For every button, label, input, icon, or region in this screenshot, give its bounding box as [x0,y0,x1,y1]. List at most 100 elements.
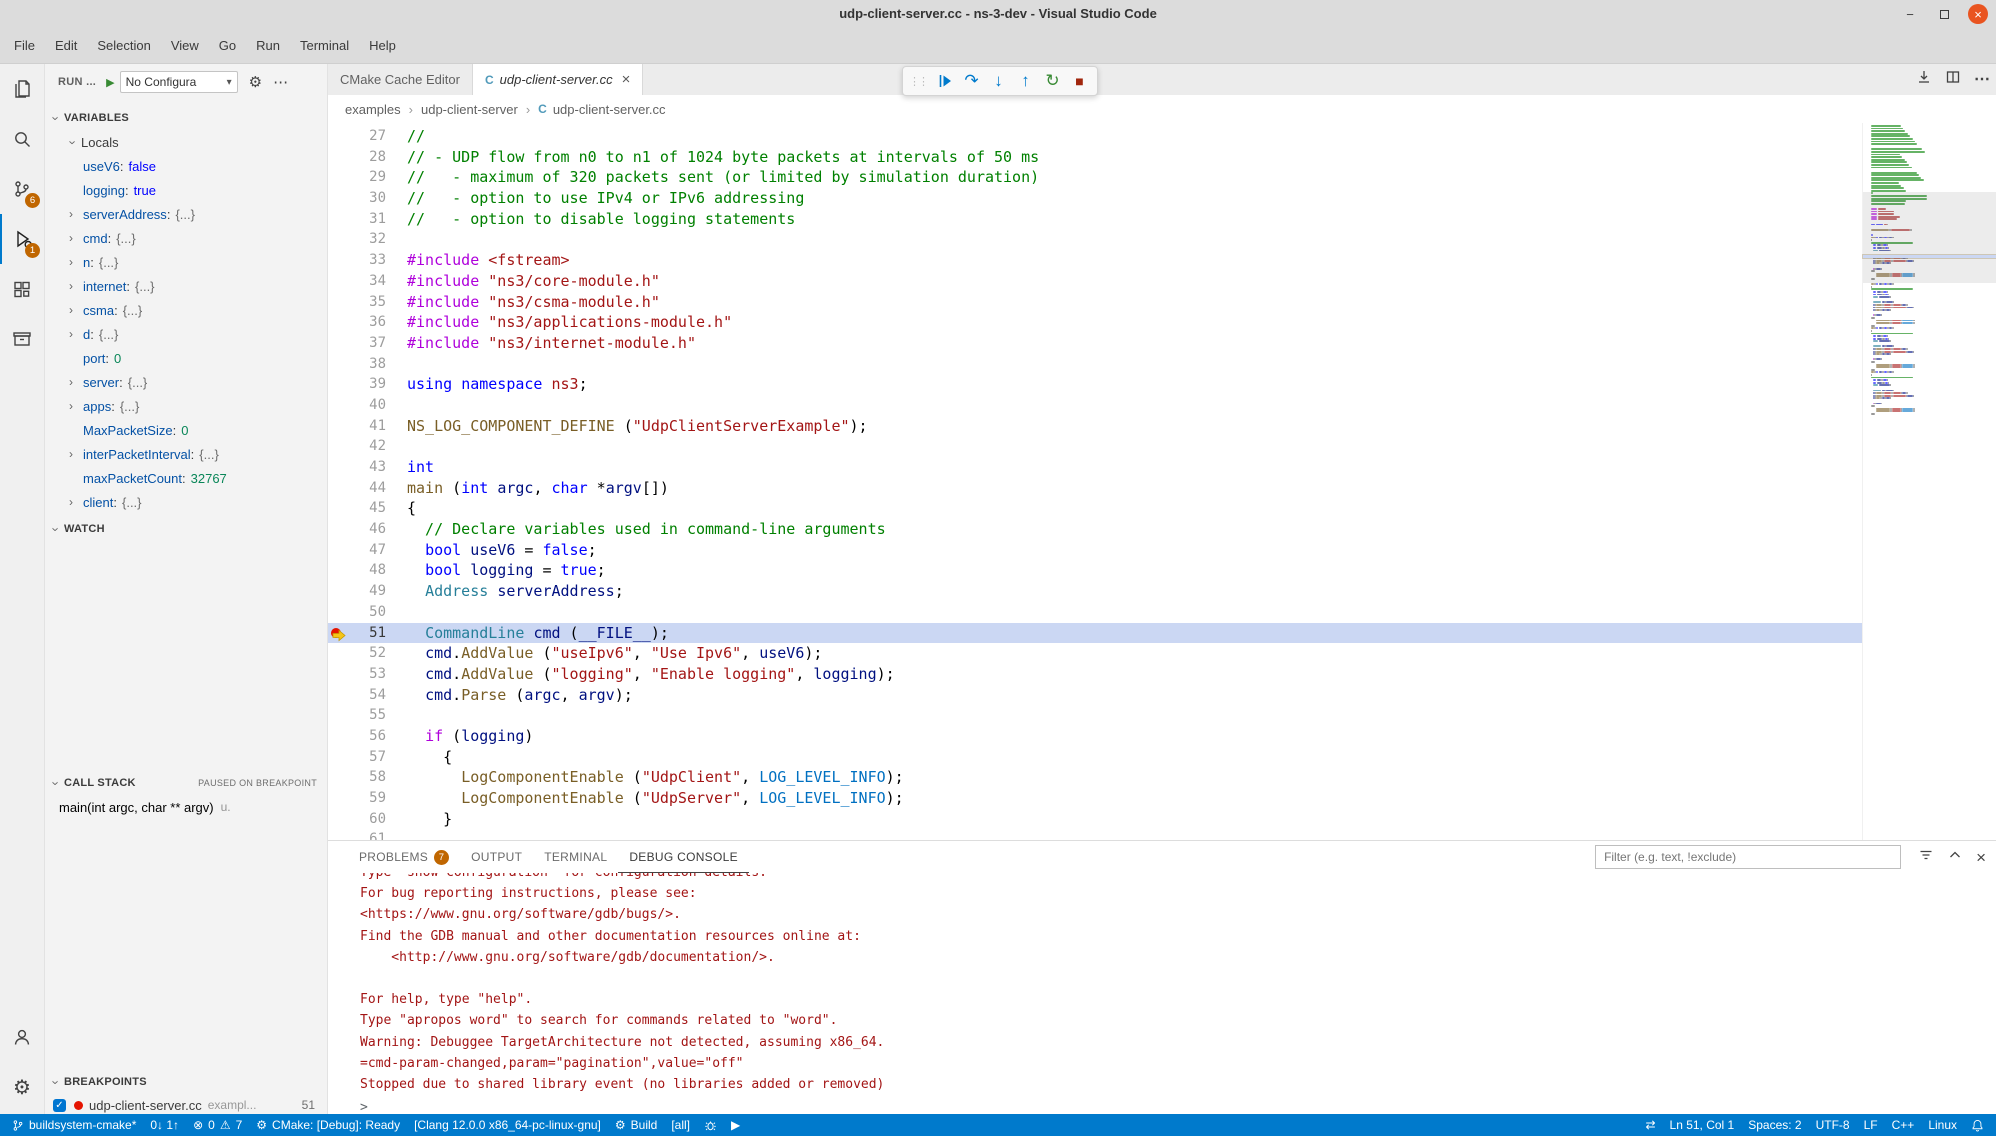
menu-help[interactable]: Help [359,33,406,59]
gutter-glyph[interactable] [328,167,346,188]
status-git-sync[interactable]: 0↓ 1↑ [143,1114,186,1136]
code-line[interactable]: 39using namespace ns3; [328,374,1862,395]
status-git-branch[interactable]: buildsystem-cmake* [5,1114,143,1136]
gutter-glyph[interactable] [328,643,346,664]
status-notifications[interactable] [1964,1114,1991,1136]
gutter-glyph[interactable] [328,540,346,561]
line-number[interactable]: 39 [346,374,386,395]
extensions-icon[interactable] [0,264,44,314]
gutter-glyph[interactable] [328,457,346,478]
settings-gear-icon[interactable]: ⚙ [0,1062,44,1112]
code-line[interactable]: 51 CommandLine cmd (__FILE__); [328,623,1862,644]
maximize-panel-icon[interactable] [1947,847,1963,868]
code-line[interactable]: 27// [328,126,1862,147]
open-changes-icon[interactable] [1916,69,1932,90]
step-into-button[interactable]: ↓ [985,68,1012,94]
breakpoints-header[interactable]: › BREAKPOINTS [45,1070,327,1094]
source-control-icon[interactable]: 6 [0,164,44,214]
gutter-glyph[interactable] [328,354,346,375]
debug-settings-gear-icon[interactable]: ⚙ [249,75,262,90]
status-cmake-status[interactable]: ⚙CMake: [Debug]: Ready [249,1114,407,1136]
run-and-debug-icon[interactable]: 1 [0,214,44,264]
status-cmake-kit[interactable]: [Clang 12.0.0 x86_64-pc-linux-gnu] [407,1114,608,1136]
call-stack-header[interactable]: › CALL STACK PAUSED ON BREAKPOINT [45,771,327,795]
variable-row[interactable]: useV6:false [45,154,327,178]
close-button[interactable]: × [1968,4,1988,24]
line-number[interactable]: 55 [346,705,386,726]
debug-config-dropdown[interactable]: No Configura ▾ [120,71,238,93]
run-bar-more-icon[interactable]: ⋯ [273,75,288,90]
menu-file[interactable]: File [4,33,45,59]
status-eol[interactable]: LF [1857,1114,1885,1136]
line-number[interactable]: 33 [346,250,386,271]
line-number[interactable]: 40 [346,395,386,416]
maximize-button[interactable] [1934,4,1954,24]
code-line[interactable]: 57 { [328,747,1862,768]
code-line[interactable]: 34#include "ns3/core-module.h" [328,271,1862,292]
code-line[interactable]: 31// - option to disable logging stateme… [328,209,1862,230]
breakpoint-item[interactable]: ✓ udp-client-server.cc exampl... 51 [45,1094,327,1114]
code-line[interactable]: 37#include "ns3/internet-module.h" [328,333,1862,354]
gutter-glyph[interactable] [328,664,346,685]
status-encoding[interactable]: UTF-8 [1809,1114,1857,1136]
menu-go[interactable]: Go [209,33,246,59]
variables-header[interactable]: › VARIABLES [45,106,327,130]
status-indentation[interactable]: Spaces: 2 [1741,1114,1808,1136]
split-editor-icon[interactable] [1945,69,1961,90]
status-cmake-debug[interactable] [697,1114,724,1136]
status-cmake-launch[interactable]: ▶ [724,1114,747,1136]
line-number[interactable]: 50 [346,602,386,623]
line-number[interactable]: 53 [346,664,386,685]
status-cmake-target[interactable]: [all] [664,1114,697,1136]
line-number[interactable]: 32 [346,229,386,250]
gutter-glyph[interactable] [328,519,346,540]
minimap[interactable] [1862,123,1996,840]
line-number[interactable]: 43 [346,457,386,478]
code-line[interactable]: 46 // Declare variables used in command-… [328,519,1862,540]
step-out-button[interactable]: ↑ [1012,68,1039,94]
code-line[interactable]: 53 cmd.AddValue ("logging", "Enable logg… [328,664,1862,685]
code-line[interactable]: 48 bool logging = true; [328,560,1862,581]
code-line[interactable]: 42 [328,436,1862,457]
gutter-glyph[interactable] [328,229,346,250]
line-number[interactable]: 27 [346,126,386,147]
code-line[interactable]: 40 [328,395,1862,416]
status-cursor-position[interactable]: Ln 51, Col 1 [1663,1114,1742,1136]
panel-tab-terminal[interactable]: TERMINAL [533,841,618,873]
panel-tab-problems[interactable]: PROBLEMS7 [348,841,460,873]
tab-cmake-cache-editor[interactable]: CMake Cache Editor [328,64,473,95]
line-number[interactable]: 44 [346,478,386,499]
gutter-glyph[interactable] [328,126,346,147]
line-number[interactable]: 59 [346,788,386,809]
gutter-glyph[interactable] [328,685,346,706]
step-over-button[interactable]: ↷ [958,68,985,94]
status-cmake-build[interactable]: ⚙Build [608,1114,664,1136]
start-debug-icon[interactable]: ▶ [106,76,114,89]
watch-header[interactable]: › WATCH [45,517,327,541]
restart-button[interactable]: ↻ [1039,68,1066,94]
panel-tab-debug-console[interactable]: DEBUG CONSOLE [618,841,749,873]
close-panel-icon[interactable]: × [1976,849,1986,866]
line-number[interactable]: 58 [346,767,386,788]
code-line[interactable]: 60 } [328,809,1862,830]
line-number[interactable]: 61 [346,829,386,840]
code-line[interactable]: 33#include <fstream> [328,250,1862,271]
search-icon[interactable] [0,114,44,164]
current-line-glyph[interactable] [328,623,346,644]
code-line[interactable]: 61 [328,829,1862,840]
code-line[interactable]: 49 Address serverAddress; [328,581,1862,602]
gutter-glyph[interactable] [328,374,346,395]
continue-button[interactable] [931,68,958,94]
gutter-glyph[interactable] [328,767,346,788]
line-number[interactable]: 45 [346,498,386,519]
line-number[interactable]: 28 [346,147,386,168]
tab-udp-client-server-cc[interactable]: Cudp-client-server.cc× [473,64,643,95]
status-language-mode[interactable]: C++ [1885,1114,1922,1136]
code-line[interactable]: 45{ [328,498,1862,519]
gutter-glyph[interactable] [328,747,346,768]
line-number[interactable]: 37 [346,333,386,354]
line-number[interactable]: 42 [346,436,386,457]
breadcrumb-item[interactable]: udp-client-server.cc [553,102,666,117]
variable-row[interactable]: ›interPacketInterval:{...} [45,442,327,466]
line-number[interactable]: 30 [346,188,386,209]
